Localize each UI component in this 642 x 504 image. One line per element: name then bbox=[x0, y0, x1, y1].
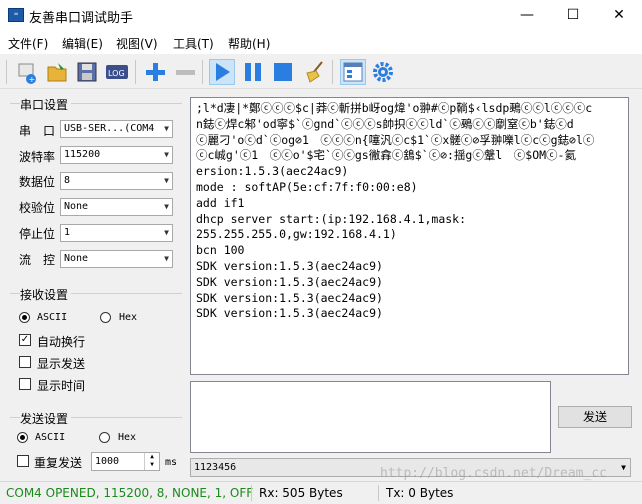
chevron-down-icon: ▼ bbox=[164, 150, 169, 159]
show-time-label: 显示时间 bbox=[37, 379, 86, 393]
chevron-up-icon[interactable]: ▲ bbox=[145, 453, 159, 461]
receive-line: ⓒc峸g'ⓒ1 ⓒⓒo'$宅`ⓒⓒgs徶搻ⓒ鵨$`ⓒ⊘:揺gⓒ鞶l ⓒ$OMⓒ-… bbox=[196, 148, 576, 163]
save-icon[interactable] bbox=[74, 59, 100, 85]
flow-select[interactable]: None ▼ bbox=[60, 250, 173, 268]
toolbar-separator bbox=[332, 60, 333, 84]
send-settings-title: 发送设置 bbox=[20, 410, 72, 427]
receive-line: dhcp server start:(ip:192.168.4.1,mask: bbox=[196, 211, 467, 226]
chevron-down-icon: ▼ bbox=[164, 124, 169, 133]
play-icon[interactable] bbox=[209, 59, 235, 85]
clear-broom-icon[interactable] bbox=[302, 59, 328, 85]
show-send-label: 显示发送 bbox=[37, 357, 86, 371]
status-separator bbox=[378, 485, 379, 501]
menu-bar: 文件(F) 编辑(E) 视图(V) 工具(T) 帮助(H) bbox=[0, 30, 642, 54]
menu-file[interactable]: 文件(F) bbox=[8, 35, 48, 52]
new-connection-icon[interactable]: + bbox=[14, 59, 40, 85]
autowrap-label: 自动换行 bbox=[37, 335, 86, 349]
watermark: http://blog.csdn.net/Dream_cc bbox=[380, 466, 607, 481]
flow-label: 流 控 bbox=[19, 253, 56, 267]
repeat-send-label: 重复发送 bbox=[34, 456, 83, 470]
port-status: COM4 OPENED, 115200, 8, NONE, 1, OFF bbox=[6, 486, 254, 500]
baud-select[interactable]: 115200 ▼ bbox=[60, 146, 173, 164]
menu-edit[interactable]: 编辑(E) bbox=[62, 35, 103, 52]
serial-settings-title: 串口设置 bbox=[20, 96, 72, 113]
receive-line: ;l*d凄|*鄭ⓒⓒⓒ$c|莽ⓒ斬拼b岈og煒'o翀#ⓒp鞝$‹lsdp鵐ⓒⓒl… bbox=[196, 101, 593, 115]
send-ascii-label: ASCII bbox=[35, 432, 66, 443]
receive-line: SDK version:1.5.3(aec24ac9) bbox=[196, 306, 383, 321]
show-time-checkbox[interactable] bbox=[19, 378, 31, 390]
send-ascii-radio[interactable] bbox=[17, 432, 28, 443]
close-button[interactable]: ✕ bbox=[596, 0, 642, 30]
autowrap-checkbox[interactable]: ✓ bbox=[19, 334, 31, 346]
stopbits-select[interactable]: 1 ▼ bbox=[60, 224, 173, 242]
receive-line: ersion:1.5.3(aec24ac9) bbox=[196, 164, 349, 179]
parity-select[interactable]: None ▼ bbox=[60, 198, 173, 216]
chevron-down-icon: ▼ bbox=[164, 202, 169, 211]
log-icon-label: LOG bbox=[108, 69, 125, 78]
app-icon: ⌨ bbox=[8, 8, 24, 22]
rx-count: Rx: 505 Bytes bbox=[259, 486, 343, 500]
menu-help[interactable]: 帮助(H) bbox=[228, 35, 270, 52]
receive-textarea[interactable]: ;l*d凄|*鄭ⓒⓒⓒ$c|莽ⓒ斬拼b岈og煒'o翀#ⓒp鞝$‹lsdp鵐ⓒⓒl… bbox=[190, 97, 629, 375]
receive-hex-label: Hex bbox=[119, 312, 138, 323]
receive-ascii-label: ASCII bbox=[37, 312, 68, 323]
receive-line: add if1 bbox=[196, 195, 245, 210]
send-hex-label: Hex bbox=[118, 432, 137, 443]
repeat-interval-stepper[interactable]: 1000 ▲ ▼ bbox=[91, 452, 160, 471]
databits-select[interactable]: 8 ▼ bbox=[60, 172, 173, 190]
add-icon[interactable] bbox=[142, 59, 168, 85]
baud-label: 波特率 bbox=[19, 150, 56, 164]
receive-line: SDK version:1.5.3(aec24ac9) bbox=[196, 290, 383, 305]
send-button[interactable]: 发送 bbox=[558, 406, 632, 428]
status-bar: COM4 OPENED, 115200, 8, NONE, 1, OFF Rx:… bbox=[0, 481, 642, 504]
receive-line: mode : softAP(5e:cf:7f:f0:00:e8) bbox=[196, 179, 418, 194]
receive-line: ⓒ麗刁'oⓒd`ⓒog⊘1 ⓒⓒⓒn{噻汎ⓒc$1`ⓒx髊ⓒ⊘孚翀嚛lⓒcⓒg鋕… bbox=[196, 132, 595, 147]
menu-tools[interactable]: 工具(T) bbox=[173, 35, 214, 52]
toolbar-separator bbox=[202, 60, 203, 84]
receive-line: 255.255.255.0,gw:192.168.4.1) bbox=[196, 227, 397, 242]
settings-gear-icon[interactable] bbox=[370, 59, 396, 85]
toolbar: + LOG bbox=[0, 55, 642, 89]
stopbits-label: 停止位 bbox=[19, 227, 56, 241]
receive-line: SDK version:1.5.3(aec24ac9) bbox=[196, 274, 383, 289]
receive-line: SDK version:1.5.3(aec24ac9) bbox=[196, 258, 383, 273]
maximize-button[interactable]: ☐ bbox=[550, 0, 596, 30]
chevron-down-icon: ▼ bbox=[164, 228, 169, 237]
receive-line: n鋕ⓒ焊c邾'od寧$`ⓒgnd`ⓒⓒⓒs帥抧ⓒⓒld`ⓒ鵐ⓒⓒ劘窒ⓒb'鋕ⓒd bbox=[196, 116, 574, 131]
receive-settings-title: 接收设置 bbox=[20, 286, 72, 303]
show-send-checkbox[interactable] bbox=[19, 356, 31, 368]
interval-unit: ms bbox=[165, 457, 178, 468]
chevron-down-icon[interactable]: ▼ bbox=[145, 461, 159, 469]
databits-label: 数据位 bbox=[19, 175, 56, 189]
window-title: 友善串口调试助手 bbox=[29, 11, 134, 26]
svg-text:+: + bbox=[29, 75, 36, 84]
port-select[interactable]: USB-SER...(COM4 ▼ bbox=[60, 120, 173, 138]
log-icon[interactable]: LOG bbox=[104, 59, 130, 85]
minimize-button[interactable]: — bbox=[504, 0, 550, 30]
repeat-send-checkbox[interactable] bbox=[17, 455, 29, 467]
pause-icon[interactable] bbox=[240, 59, 266, 85]
send-textarea[interactable] bbox=[190, 381, 551, 453]
open-folder-icon[interactable] bbox=[44, 59, 70, 85]
status-separator bbox=[251, 485, 252, 501]
stop-icon[interactable] bbox=[270, 59, 296, 85]
window-layout-icon[interactable] bbox=[340, 59, 366, 85]
chevron-down-icon: ▼ bbox=[621, 463, 626, 472]
title-bar: ⌨ 友善串口调试助手 — ☐ ✕ bbox=[0, 0, 642, 30]
chevron-down-icon: ▼ bbox=[164, 254, 169, 263]
receive-hex-radio[interactable] bbox=[100, 312, 111, 323]
tx-count: Tx: 0 Bytes bbox=[386, 486, 454, 500]
parity-label: 校验位 bbox=[19, 201, 56, 215]
remove-icon[interactable] bbox=[172, 59, 198, 85]
chevron-down-icon: ▼ bbox=[164, 176, 169, 185]
send-hex-radio[interactable] bbox=[99, 432, 110, 443]
receive-line: bcn 100 bbox=[196, 243, 245, 258]
stepper-arrows[interactable]: ▲ ▼ bbox=[144, 453, 159, 470]
port-label: 串 口 bbox=[19, 124, 56, 138]
toolbar-grip bbox=[6, 60, 7, 84]
receive-ascii-radio[interactable] bbox=[19, 312, 30, 323]
menu-view[interactable]: 视图(V) bbox=[116, 35, 158, 52]
toolbar-separator bbox=[135, 60, 136, 84]
